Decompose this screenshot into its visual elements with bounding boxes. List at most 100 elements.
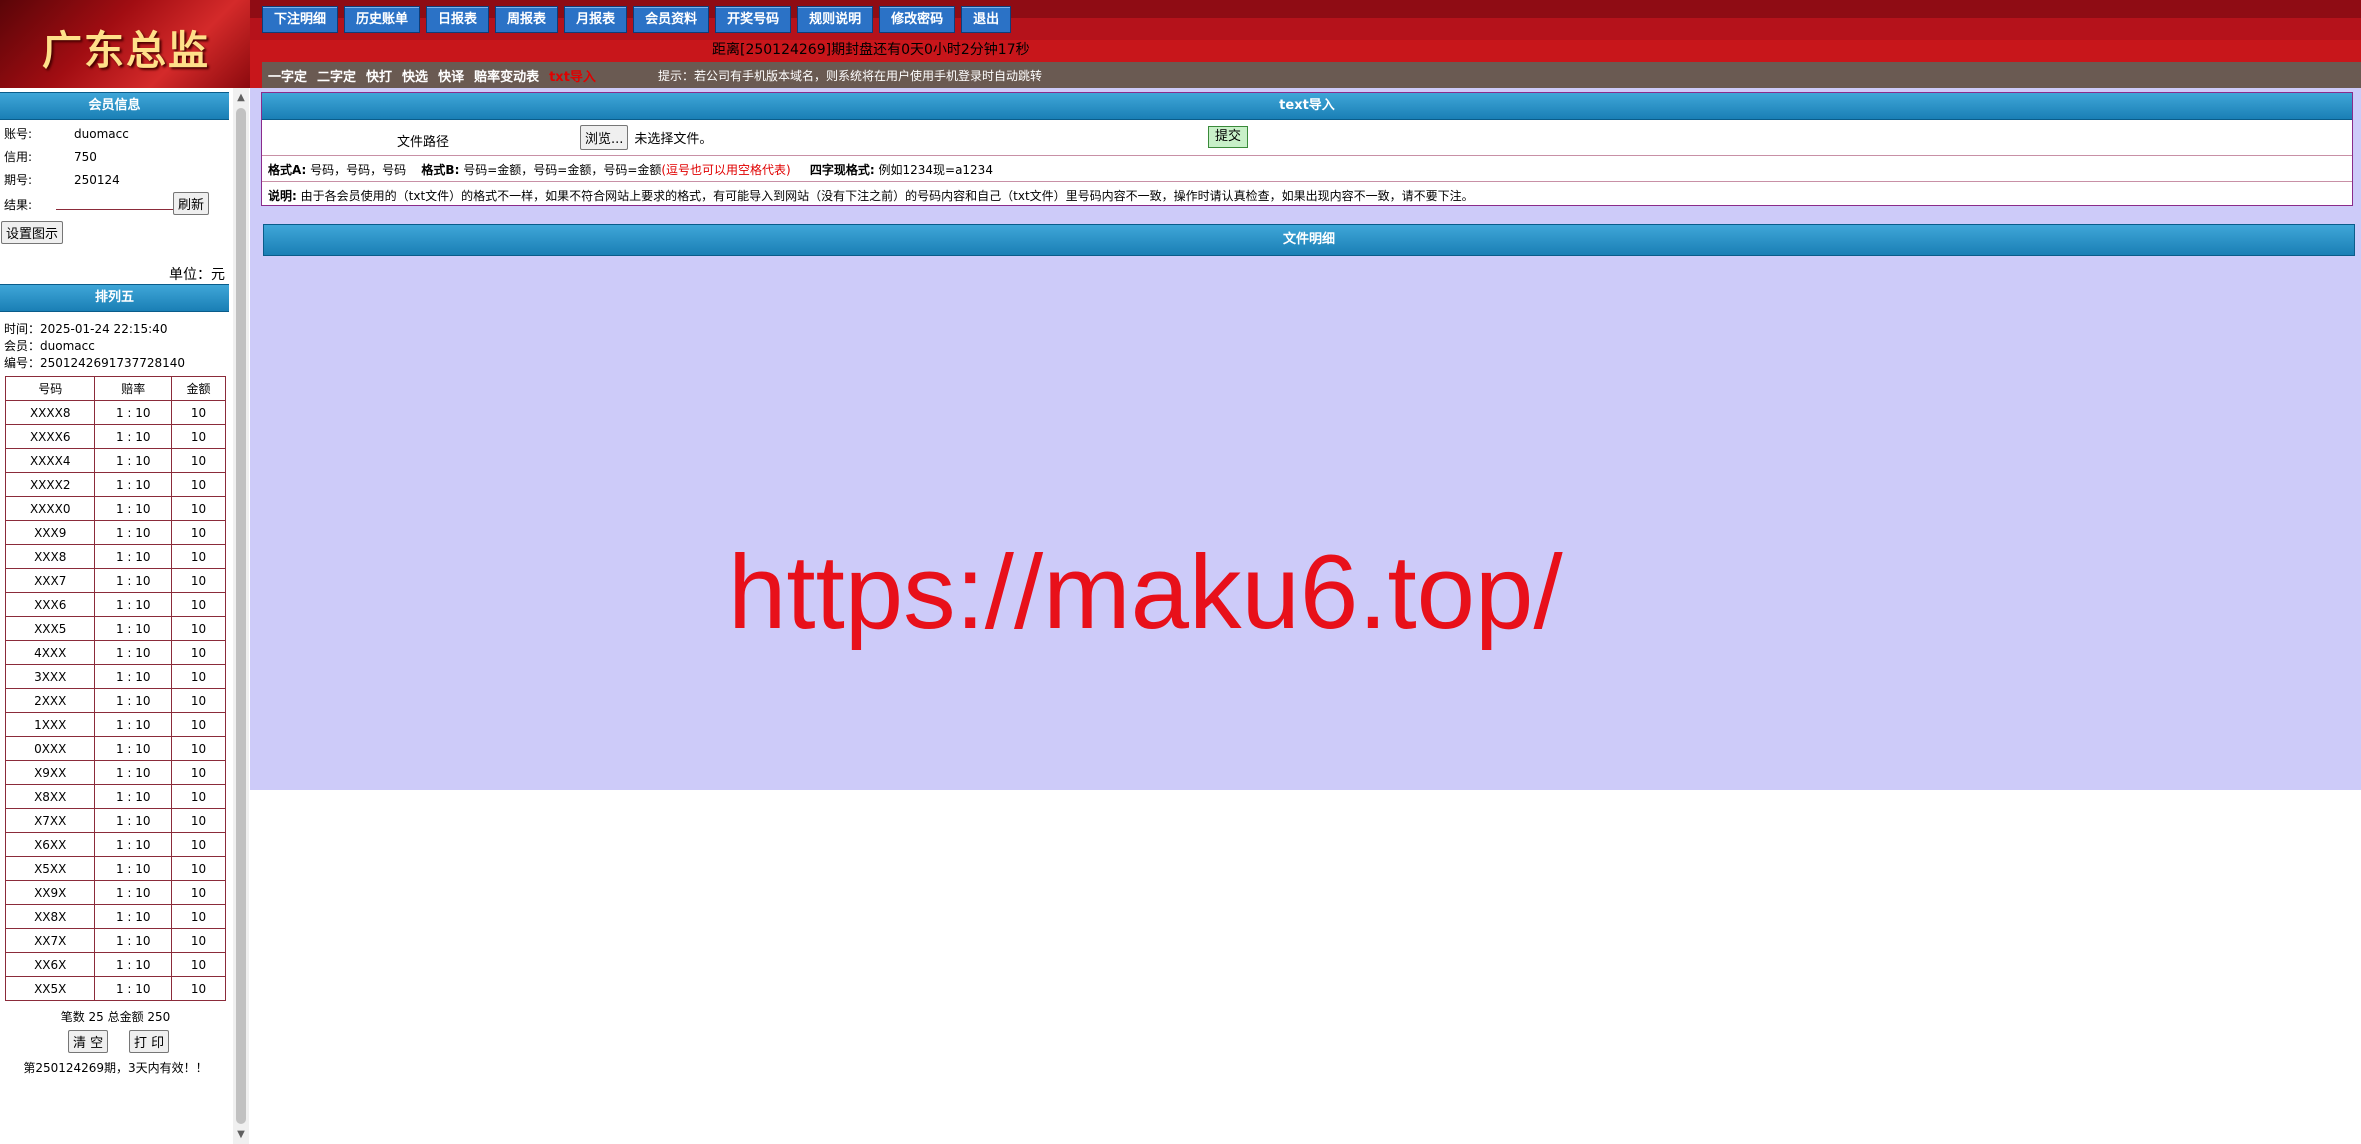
subnav-one-digit[interactable]: 一字定 [268, 66, 307, 85]
top-bar: 下注明细 历史账单 日报表 周报表 月报表 会员资料 开奖号码 规则说明 修改密… [250, 0, 2361, 40]
cell-odds: 1 : 10 [94, 784, 173, 809]
sidebar-scrollbar[interactable]: ▲ ▼ [233, 88, 249, 1144]
nav-member-info-button[interactable]: 会员资料 [633, 6, 710, 33]
sub-nav: 一字定 二字定 快打 快选 快译 赔率变动表 txt导入 提示：若公司有手机版本… [262, 62, 2361, 88]
cell-number: XX8X [4, 904, 96, 929]
browse-button[interactable]: 浏览... [580, 124, 629, 150]
cell-number: XXXX0 [4, 496, 96, 521]
tip-text: 提示：若公司有手机版本域名，则系统将在用户使用手机登录时自动跳转 [658, 69, 1043, 83]
nav-bet-details-button[interactable]: 下注明细 [262, 6, 339, 33]
cell-amount: 10 [171, 856, 226, 881]
account-value: duomacc [74, 127, 129, 141]
ticket-summary: 笔数 25 总金额 250 [60, 1010, 171, 1024]
note-label: 说明: [268, 189, 297, 203]
ticket-time: 时间：2025-01-24 22:15:40 [4, 322, 168, 336]
cell-number: XXX6 [4, 592, 96, 617]
nav-weekly-report-button[interactable]: 周报表 [495, 6, 559, 33]
table-row: 0XXX 1 : 10 10 [4, 736, 226, 761]
cell-amount: 10 [171, 904, 226, 929]
nav-monthly-report-button[interactable]: 月报表 [564, 6, 628, 33]
cell-odds: 1 : 10 [94, 448, 173, 473]
table-row: X5XX 1 : 10 10 [4, 856, 226, 881]
scroll-thumb[interactable] [236, 108, 246, 1124]
cell-amount: 10 [171, 712, 226, 737]
cell-odds: 1 : 10 [94, 976, 173, 1001]
nav-history-button[interactable]: 历史账单 [344, 6, 421, 33]
scroll-down-icon[interactable]: ▼ [233, 1129, 249, 1140]
cell-odds: 1 : 10 [94, 904, 173, 929]
table-row: XXX6 1 : 10 10 [4, 592, 226, 617]
cell-number: XXX8 [4, 544, 96, 569]
cell-amount: 10 [171, 688, 226, 713]
ticket-serial: 编号：2501242691737728140 [4, 356, 186, 370]
subnav-txt-import[interactable]: txt导入 [549, 66, 596, 85]
settings-icon-button[interactable]: 设置图示 [1, 221, 64, 244]
cell-odds: 1 : 10 [94, 400, 173, 425]
table-row: 1XXX 1 : 10 10 [4, 712, 226, 737]
nav-change-password-button[interactable]: 修改密码 [879, 6, 956, 33]
account-row: 账号: duomacc [4, 125, 129, 142]
cell-number: X9XX [4, 760, 96, 785]
table-row: XXXX4 1 : 10 10 [4, 448, 226, 473]
refresh-button[interactable]: 刷新 [173, 192, 210, 215]
cell-number: 3XXX [4, 664, 96, 689]
cell-odds: 1 : 10 [94, 688, 173, 713]
table-row: XXX5 1 : 10 10 [4, 616, 226, 641]
file-path-label: 文件路径 [397, 135, 450, 150]
table-row: X9XX 1 : 10 10 [4, 760, 226, 785]
row-divider [262, 181, 2352, 182]
cell-number: 1XXX [4, 712, 96, 737]
cell-amount: 10 [171, 880, 226, 905]
cell-odds: 1 : 10 [94, 712, 173, 737]
watermark-url: https://maku6.top/ [728, 534, 1563, 651]
table-row: XXXX8 1 : 10 10 [4, 400, 226, 425]
print-button[interactable]: 打 印 [129, 1030, 170, 1053]
clear-button[interactable]: 清 空 [68, 1030, 109, 1053]
nav-draw-numbers-button[interactable]: 开奖号码 [715, 6, 792, 33]
submit-button[interactable]: 提交 [1208, 126, 1249, 148]
cell-odds: 1 : 10 [94, 928, 173, 953]
cell-odds: 1 : 10 [94, 616, 173, 641]
cell-number: XX9X [4, 880, 96, 905]
table-row: XX8X 1 : 10 10 [4, 904, 226, 929]
cell-number: XXX9 [4, 520, 96, 545]
cell-amount: 10 [171, 592, 226, 617]
credit-value: 750 [74, 150, 97, 164]
file-input[interactable]: 浏览... 未选择文件。 [580, 124, 712, 150]
subnav-quick-select[interactable]: 快选 [402, 66, 428, 85]
note-row: 说明: 由于各会员使用的（txt文件）的格式不一样，如果不符合网站上要求的格式，… [268, 187, 1474, 204]
cell-odds: 1 : 10 [94, 568, 173, 593]
cell-amount: 10 [171, 736, 226, 761]
cell-number: X8XX [4, 784, 96, 809]
cell-number: 0XXX [4, 736, 96, 761]
sub-nav-items: 一字定 二字定 快打 快选 快译 赔率变动表 txt导入 [268, 66, 596, 85]
table-row: XXX7 1 : 10 10 [4, 568, 226, 593]
ticket-table-header: 号码 赔率 金额 [4, 376, 226, 401]
table-row: 2XXX 1 : 10 10 [4, 688, 226, 713]
subnav-quick-translate[interactable]: 快译 [438, 66, 464, 85]
scroll-up-icon[interactable]: ▲ [233, 92, 249, 103]
subnav-odds-changes[interactable]: 赔率变动表 [474, 66, 539, 85]
ticket-validity: 第250124269期，3天内有效！！ [23, 1061, 208, 1075]
cell-amount: 10 [171, 544, 226, 569]
subnav-quick-play[interactable]: 快打 [366, 66, 392, 85]
cell-number: XX7X [4, 928, 96, 953]
cell-number: XXX7 [4, 568, 96, 593]
cell-odds: 1 : 10 [94, 880, 173, 905]
subnav-two-digit[interactable]: 二字定 [317, 66, 356, 85]
nav-rules-button[interactable]: 规则说明 [797, 6, 874, 33]
nav-logout-button[interactable]: 退出 [961, 6, 1012, 33]
ticket-table-body: XXXX8 1 : 10 10 XXXX6 1 : 10 10 XXXX4 1 : 10 10 X… [4, 400, 226, 1001]
ticket-member: 会员：duomacc [4, 339, 95, 353]
cell-number: XXXX4 [4, 448, 96, 473]
cell-number: X5XX [4, 856, 96, 881]
table-row: XXX9 1 : 10 10 [4, 520, 226, 545]
col-number: 号码 [4, 376, 96, 401]
ticket-header: 排列五 [0, 284, 229, 312]
nav-daily-report-button[interactable]: 日报表 [426, 6, 490, 33]
table-row: XX6X 1 : 10 10 [4, 952, 226, 977]
cell-odds: 1 : 10 [94, 736, 173, 761]
result-row: 结果: [4, 196, 74, 213]
table-row: XXXX2 1 : 10 10 [4, 472, 226, 497]
cell-amount: 10 [171, 472, 226, 497]
